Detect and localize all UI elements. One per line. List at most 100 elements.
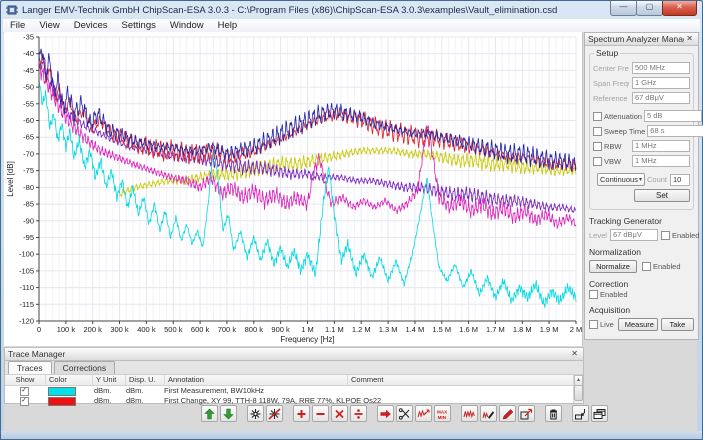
x-tick-label: 200 k	[84, 325, 103, 334]
subtract-button[interactable]	[312, 405, 329, 422]
app-icon	[6, 4, 18, 16]
tg-enabled-checkbox[interactable]	[661, 231, 670, 240]
trace-edit-button[interactable]	[480, 405, 497, 422]
divide-button[interactable]	[350, 405, 367, 422]
show-checkbox[interactable]: ✓	[20, 397, 29, 406]
svg-text:MAX: MAX	[437, 409, 448, 414]
show-checkbox[interactable]: ✓	[20, 387, 29, 396]
marker-off-icon	[268, 408, 281, 420]
trace-manager-tabs: TracesCorrections	[5, 361, 583, 375]
menu-item-file[interactable]: File	[3, 19, 32, 32]
y-tick-label: -60	[23, 116, 34, 125]
marker-button[interactable]	[247, 405, 264, 422]
vertical-scrollbar[interactable]: ▲	[573, 375, 583, 403]
export-button[interactable]	[518, 405, 535, 422]
multiply-button[interactable]	[331, 405, 348, 422]
copy-button[interactable]	[591, 405, 608, 422]
extract-trace-button[interactable]	[415, 405, 432, 422]
menu-item-devices[interactable]: Devices	[67, 19, 115, 32]
chevron-down-icon: ▾	[639, 176, 642, 183]
y-tick-label: -100	[19, 250, 34, 259]
tab-traces[interactable]: Traces	[8, 361, 52, 375]
column-header-comment[interactable]: Comment	[348, 375, 583, 385]
count-field[interactable]: 10	[670, 174, 690, 186]
trace-manager-header: Trace Manager ✕	[5, 348, 583, 361]
take-button[interactable]: Take	[661, 318, 694, 331]
move-down-icon	[222, 408, 235, 420]
trace-manager-panel: Trace Manager ✕ TracesCorrections ShowCo…	[4, 347, 584, 404]
max-min-button[interactable]: MAXMIN	[434, 405, 451, 422]
column-header-annotation[interactable]: Annotation	[165, 375, 348, 385]
window-title: Langer EMV-Technik GmbH ChipScan-ESA 3.0…	[22, 5, 557, 16]
setup-field-label: Center Frequency	[593, 64, 629, 73]
close-button[interactable]: ✕	[662, 1, 697, 16]
window-controls: —▢✕	[611, 1, 697, 16]
rbw-checkbox[interactable]	[593, 142, 602, 151]
maximize-button[interactable]: ▢	[636, 1, 663, 16]
scrollbar-thumb[interactable]	[574, 385, 583, 401]
x-tick-label: 1.8 M	[513, 325, 532, 334]
menu-item-window[interactable]: Window	[163, 19, 211, 32]
marker-off-button[interactable]	[266, 405, 283, 422]
spectrum-analyzer-manager-panel: Spectrum Analyzer Manager ✕ Setup Center…	[584, 32, 699, 340]
close-icon[interactable]: ✕	[684, 34, 695, 44]
spectrum-chart: -35-40-45-50-55-60-65-70-75-80-85-90-95-…	[4, 32, 583, 346]
trace-manager-title: Trace Manager	[8, 349, 569, 359]
move-up-button[interactable]	[201, 405, 218, 422]
attenuation-checkbox[interactable]	[593, 112, 602, 121]
normalization-enabled-checkbox[interactable]	[642, 262, 651, 271]
minimize-button[interactable]: —	[610, 1, 637, 16]
divide-icon	[352, 408, 365, 420]
measure-button[interactable]: Measure	[618, 318, 658, 331]
vbw-checkbox[interactable]	[593, 157, 602, 166]
acquisition-heading: Acquisition	[589, 305, 694, 315]
x-tick-label: 100 k	[57, 325, 76, 334]
setup-field-value: 500 MHz	[632, 62, 690, 74]
x-tick-label: 1.4 M	[406, 325, 425, 334]
cut-button[interactable]	[396, 405, 413, 422]
column-header-color[interactable]: Color	[46, 375, 93, 385]
delete-button[interactable]	[545, 405, 562, 422]
x-tick-label: 1.2 M	[352, 325, 371, 334]
correction-enabled-checkbox[interactable]	[589, 290, 598, 299]
add-button[interactable]	[293, 405, 310, 422]
y-tick-label: -90	[23, 216, 34, 225]
tab-corrections[interactable]: Corrections	[54, 361, 115, 374]
apply-right-button[interactable]	[377, 405, 394, 422]
annotate-button[interactable]	[499, 405, 516, 422]
panel-header: Spectrum Analyzer Manager ✕	[585, 33, 698, 46]
close-icon[interactable]: ✕	[569, 349, 580, 359]
annotate-icon	[501, 408, 514, 420]
import-button[interactable]	[572, 405, 589, 422]
marker-icon	[249, 408, 262, 420]
mode-select[interactable]: Continuous ▾	[597, 173, 645, 186]
y-unit-cell: dBm.	[91, 386, 123, 396]
menu-item-settings[interactable]: Settings	[115, 19, 163, 32]
setup-group: Setup Center Frequency500 MHzSpan Freque…	[589, 53, 694, 210]
main-content: -35-40-45-50-55-60-65-70-75-80-85-90-95-…	[4, 32, 697, 431]
trace-table-header: ShowColorY UnitDisp. U.AnnotationComment	[5, 375, 583, 386]
normalize-button[interactable]: Normalize	[589, 260, 637, 273]
menu-item-view[interactable]: View	[32, 19, 66, 32]
x-tick-label: 0	[37, 325, 41, 334]
setup-field-value: 1 GHz	[632, 77, 690, 89]
column-header-disp-u-[interactable]: Disp. U.	[126, 375, 165, 385]
menu-item-help[interactable]: Help	[211, 19, 245, 32]
bottom-toolbar: MAXMIN	[201, 405, 618, 422]
column-header-show[interactable]: Show	[5, 375, 46, 385]
live-checkbox[interactable]	[589, 320, 598, 329]
set-button[interactable]: Set	[634, 189, 690, 202]
move-down-button[interactable]	[220, 405, 237, 422]
live-label: Live	[600, 320, 614, 329]
x-tick-label: 700 k	[218, 325, 237, 334]
normalization-enabled-label: Enabled	[653, 262, 681, 271]
trace-button[interactable]	[461, 405, 478, 422]
y-tick-label: -115	[20, 300, 34, 309]
y-tick-label: -70	[23, 149, 34, 158]
y-tick-label: -50	[23, 83, 34, 92]
y-tick-label: -80	[23, 183, 34, 192]
column-header-y-unit[interactable]: Y Unit	[93, 375, 126, 385]
table-row[interactable]: ✓dBm.dBm.First Measurement, BW10kHz	[5, 386, 583, 396]
sweep-time-checkbox[interactable]	[593, 127, 602, 136]
y-tick-label: -65	[23, 133, 34, 142]
